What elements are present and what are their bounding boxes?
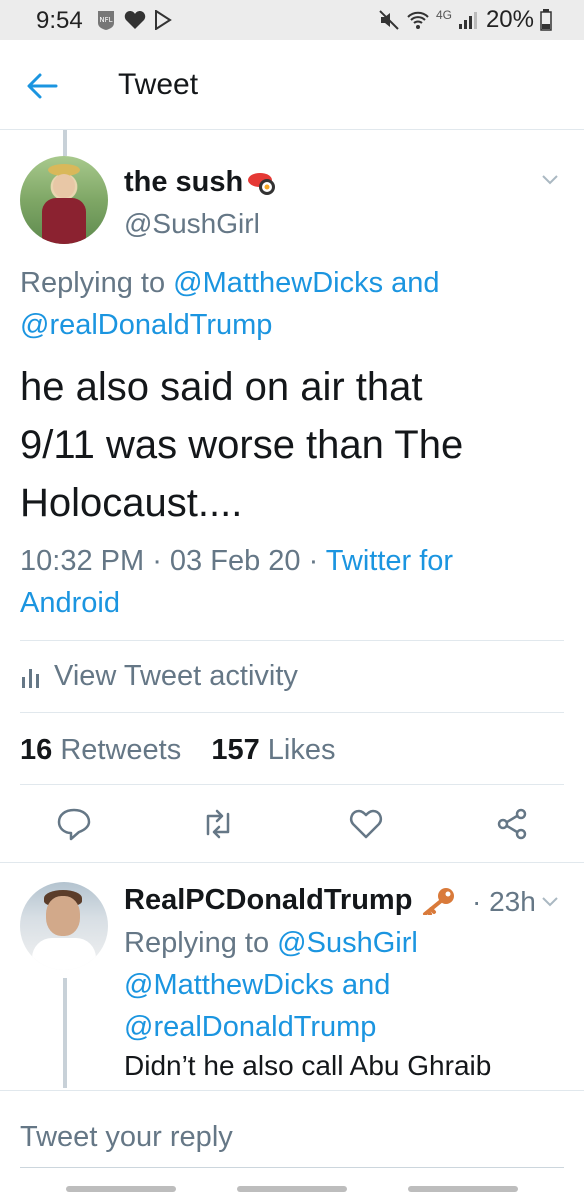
tweet-body: he also said on air that 9/11 was worse … xyxy=(20,358,568,532)
sushi-emoji-icon xyxy=(248,173,276,196)
mute-icon xyxy=(379,10,399,30)
status-time: 9:54 xyxy=(36,7,83,34)
key-emoji-icon xyxy=(423,887,455,915)
reply-author-display-name[interactable]: RealPCDonaldTrump xyxy=(124,884,456,917)
page-title: Tweet xyxy=(118,68,199,101)
tweet-source-link[interactable]: Twitter for xyxy=(326,545,453,577)
meta-separator: · xyxy=(144,545,170,577)
section-separator xyxy=(0,862,584,863)
thread-line xyxy=(63,978,67,1088)
replying-prefix: Replying to xyxy=(124,927,278,959)
heart-status-icon xyxy=(124,11,146,29)
thread-line xyxy=(63,130,67,156)
nav-back-handle[interactable] xyxy=(408,1186,518,1192)
likes-label[interactable]: Likes xyxy=(268,734,336,766)
reply-compose-bar[interactable]: Tweet your reply xyxy=(0,1090,584,1180)
retweet-icon[interactable] xyxy=(200,806,236,842)
reply-input-placeholder[interactable]: Tweet your reply xyxy=(20,1121,233,1154)
reply-input-underline xyxy=(20,1167,564,1168)
view-activity-link[interactable]: View Tweet activity xyxy=(20,660,298,693)
mention-link[interactable]: @realDonaldTrump xyxy=(124,1011,376,1043)
reply-replying-to-line: Replying to @SushGirl @MatthewDicks and @r… xyxy=(124,922,564,1048)
mention-link[interactable]: @SushGirl xyxy=(277,927,418,959)
reply-icon[interactable] xyxy=(56,806,92,842)
tweet-date: 03 Feb 20 xyxy=(169,545,301,577)
meta-separator: · xyxy=(300,545,326,577)
wifi-icon xyxy=(407,11,429,29)
mention-link[interactable]: @MatthewDicks xyxy=(124,969,334,1001)
mention-link[interactable]: @realDonaldTrump xyxy=(20,309,272,341)
tweet-text-line: 9/11 was worse than The xyxy=(20,423,464,467)
battery-icon xyxy=(540,9,552,31)
tweet-metadata: 10:32 PM · 03 Feb 20 · Twitter for Androi… xyxy=(20,540,560,624)
author-name-text[interactable]: the sush xyxy=(124,166,243,198)
chevron-down-icon[interactable] xyxy=(540,892,560,912)
mention-and: and xyxy=(383,267,440,299)
reply-tweet-body: Didn’t he also call Abu Ghraib xyxy=(124,1050,492,1081)
likes-count[interactable]: 157 xyxy=(211,734,259,766)
bar-chart-icon xyxy=(22,668,39,688)
retweets-count[interactable]: 16 xyxy=(20,734,52,766)
nav-home-handle[interactable] xyxy=(237,1186,347,1192)
tweet-stats: 16 Retweets 157 Likes xyxy=(20,734,336,767)
nfl-icon: NFL xyxy=(98,11,114,30)
tweet-actions xyxy=(0,800,584,850)
author-handle[interactable]: @SushGirl xyxy=(124,208,260,240)
heart-icon[interactable] xyxy=(348,806,384,842)
mention-and: and xyxy=(333,969,391,1001)
reply-author-name-text[interactable]: RealPCDonaldTrump xyxy=(124,884,412,917)
divider xyxy=(20,712,564,713)
retweets-label[interactable]: Retweets xyxy=(60,734,181,766)
reply-time: · 23h xyxy=(472,886,536,917)
nav-recents-handle[interactable] xyxy=(66,1186,176,1192)
author-display-name[interactable]: the sush xyxy=(124,166,277,199)
play-store-icon xyxy=(155,10,172,30)
view-activity-label[interactable]: View Tweet activity xyxy=(54,660,298,693)
mention-link[interactable]: @MatthewDicks xyxy=(173,267,383,299)
reply-author-avatar[interactable] xyxy=(20,882,108,970)
divider xyxy=(20,640,564,641)
divider xyxy=(20,784,564,785)
app-header: Tweet xyxy=(0,40,584,130)
svg-text:NFL: NFL xyxy=(99,16,112,24)
system-icons: 4G 20% xyxy=(378,6,552,34)
replying-prefix: Replying to xyxy=(20,267,174,299)
system-nav-bar xyxy=(0,1180,584,1200)
replying-to-line: Replying to @MatthewDicks and @realDonal… xyxy=(20,262,560,346)
battery-percent: 20% xyxy=(485,6,534,33)
share-icon[interactable] xyxy=(494,806,530,842)
tweet-text-line: he also said on air that xyxy=(20,365,423,409)
back-arrow-icon[interactable] xyxy=(22,66,62,106)
signal-icon xyxy=(458,12,477,29)
network-type: 4G xyxy=(435,8,452,22)
tweet-text-line: Holocaust.... xyxy=(20,481,243,525)
tweet-source-link-cont[interactable]: Android xyxy=(20,587,120,619)
reply-time-text: 23h xyxy=(489,886,536,917)
status-bar: 9:54 NFL 4G 20% xyxy=(0,0,584,40)
author-avatar[interactable] xyxy=(20,156,108,244)
tweet-time: 10:32 PM xyxy=(20,545,145,577)
notification-icons: NFL xyxy=(96,9,172,31)
chevron-down-icon[interactable] xyxy=(540,170,560,190)
